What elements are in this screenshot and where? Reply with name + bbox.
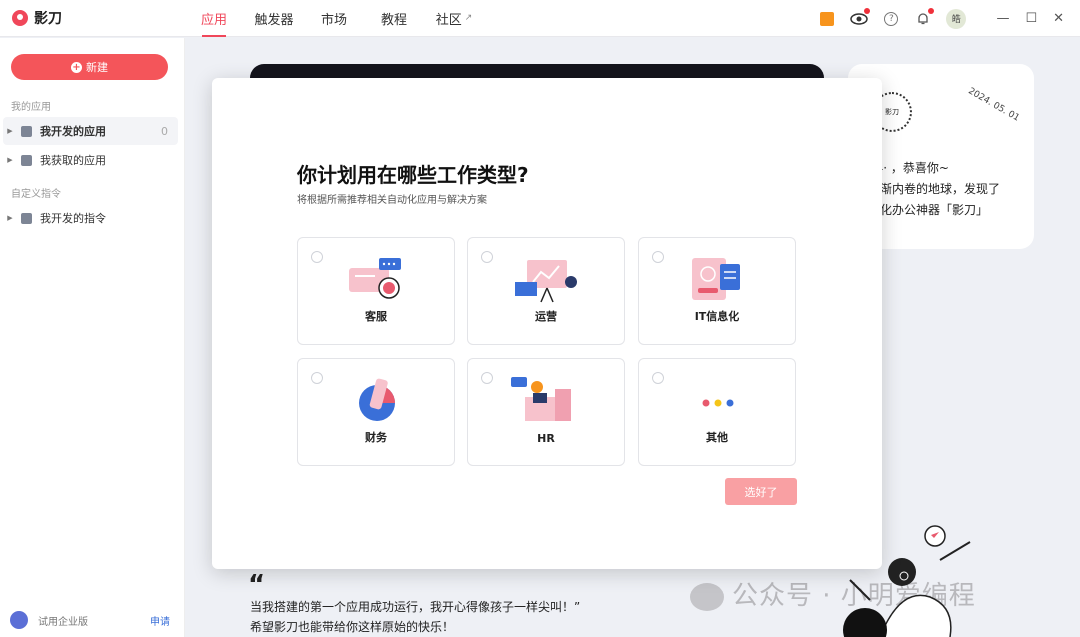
maximize-icon[interactable]: ☐: [1025, 11, 1037, 26]
close-icon[interactable]: ✕: [1053, 11, 1064, 26]
quote-line: 当我搭建的第一个应用成功运行，我开心得像孩子一样尖叫！”: [250, 600, 581, 614]
caret-right-icon[interactable]: ▶: [3, 127, 17, 135]
help-icon[interactable]: ?: [882, 10, 900, 28]
operations-icon: [515, 260, 577, 303]
option-label: 其他: [706, 431, 728, 444]
option-label: 运营: [535, 310, 557, 323]
section-label-my-apps: 我的应用: [11, 102, 51, 113]
section-label-commands: 自定义指令: [11, 189, 61, 200]
minimize-icon[interactable]: —: [996, 11, 1009, 26]
nav-tab-label: 市场: [320, 12, 347, 28]
bell-icon[interactable]: [914, 7, 935, 28]
option-card-hr[interactable]: HR: [467, 358, 625, 466]
sidebar-item-acquired-apps[interactable]: ▶ 我获取的应用: [3, 146, 178, 174]
modal-title: 你计划用在哪些工作类型?: [297, 163, 529, 187]
card-date: 2024. 05. 01: [966, 86, 1021, 124]
quote-icon: “: [248, 570, 266, 600]
sidebar-item-developed-apps[interactable]: ▶ 我开发的应用 0: [3, 117, 178, 145]
apply-link[interactable]: 申请: [150, 613, 170, 628]
option-card-customer-service[interactable]: 客服: [297, 237, 455, 345]
caret-right-icon[interactable]: ▶: [3, 156, 17, 164]
option-label: 客服: [365, 310, 387, 323]
card-text: 24· ，恭喜你~ 逐渐内卷的地球，发现了 动化办公神器「影刀」: [868, 158, 1028, 221]
confirm-button[interactable]: 选好了: [725, 478, 797, 505]
grid-icon: [21, 125, 32, 137]
card-line: 24· ，恭喜你~: [868, 161, 949, 175]
hr-icon: [511, 377, 571, 421]
option-card-operations[interactable]: 运营: [467, 237, 625, 345]
other-icon: [702, 399, 734, 407]
nav-tab-community[interactable]: 社区 ↗: [424, 0, 484, 37]
option-card-other[interactable]: 其他: [638, 358, 796, 466]
nav-tab-market[interactable]: 市场: [304, 0, 364, 37]
modal-subtitle: 将根据所需推荐相关自动化应用与解决方案: [297, 195, 487, 206]
enterprise-trial: 试用企业版 申请: [10, 611, 170, 629]
work-type-modal: 你计划用在哪些工作类型? 将根据所需推荐相关自动化应用与解决方案 客服 运营 I…: [212, 78, 882, 569]
new-button-label: 新建: [86, 61, 108, 74]
nav-tab-apps[interactable]: 应用: [184, 0, 244, 37]
option-label: HR: [537, 432, 555, 445]
top-right-toolbar: ? 皓 — ☐ ✕: [818, 0, 1064, 37]
plus-icon: +: [71, 61, 82, 73]
radio-button[interactable]: [481, 251, 493, 263]
nav-tab-label: 触发器: [254, 12, 294, 28]
app-name: 影刀: [34, 11, 62, 27]
nav-tab-label: 应用: [200, 12, 227, 28]
top-bar: 影刀 应用 触发器 市场 教程 社区 ↗ ? 皓 — ☐ ✕: [0, 0, 1080, 37]
window-controls: — ☐ ✕: [996, 11, 1064, 26]
sidebar-item-label: 我获取的应用: [40, 154, 106, 167]
option-label: IT信息化: [694, 310, 740, 323]
option-card-finance[interactable]: 财务: [297, 358, 455, 466]
external-link-icon: ↗: [464, 13, 473, 23]
layers-icon: [21, 212, 32, 224]
option-card-it[interactable]: IT信息化: [638, 237, 796, 345]
nav-tab-tutorials[interactable]: 教程: [364, 0, 424, 37]
main-nav: 应用 触发器 市场 教程 社区 ↗: [184, 0, 484, 37]
user-avatar[interactable]: 皓: [946, 8, 967, 29]
finance-icon: [359, 378, 395, 421]
gift-icon[interactable]: [818, 10, 836, 28]
eye-icon[interactable]: [850, 7, 871, 28]
radio-button[interactable]: [652, 372, 664, 384]
customer-service-icon: [349, 258, 401, 299]
radio-button[interactable]: [311, 251, 323, 263]
it-icon: [692, 258, 740, 300]
new-button[interactable]: + 新建: [11, 54, 168, 80]
sidebar-item-label: 我开发的应用: [40, 125, 106, 138]
testimonial-quote: 当我搭建的第一个应用成功运行，我开心得像孩子一样尖叫！” 希望影刀也能带给你这样…: [250, 597, 580, 637]
download-icon: [21, 154, 32, 166]
quote-line: 希望影刀也能带给你这样原始的快乐！: [250, 620, 455, 634]
logo-icon: [12, 10, 28, 26]
caret-right-icon[interactable]: ▶: [3, 214, 17, 222]
nav-tab-triggers[interactable]: 触发器: [244, 0, 304, 37]
notification-dot: [864, 7, 871, 14]
radio-button[interactable]: [311, 372, 323, 384]
nav-tab-label: 社区: [435, 12, 462, 28]
app-logo[interactable]: 影刀: [12, 8, 172, 28]
card-line: 动化办公神器「影刀」: [868, 203, 989, 217]
notification-dot: [928, 7, 935, 14]
enterprise-trial-label: 试用企业版: [38, 616, 88, 628]
nav-tab-label: 教程: [380, 12, 407, 28]
option-label: 财务: [365, 431, 387, 444]
item-count: 0: [161, 124, 168, 138]
sidebar-item-label: 我开发的指令: [40, 212, 106, 225]
enterprise-icon: [10, 611, 28, 629]
radio-button[interactable]: [481, 372, 493, 384]
sidebar: + 新建 我的应用 ▶ 我开发的应用 0 ▶ 我获取的应用 自定义指令 ▶ 我开…: [0, 38, 185, 637]
card-line: 逐渐内卷的地球，发现了: [868, 182, 1001, 196]
sidebar-item-developed-commands[interactable]: ▶ 我开发的指令: [3, 204, 178, 232]
radio-button[interactable]: [652, 251, 664, 263]
wechat-icon: [690, 582, 724, 611]
